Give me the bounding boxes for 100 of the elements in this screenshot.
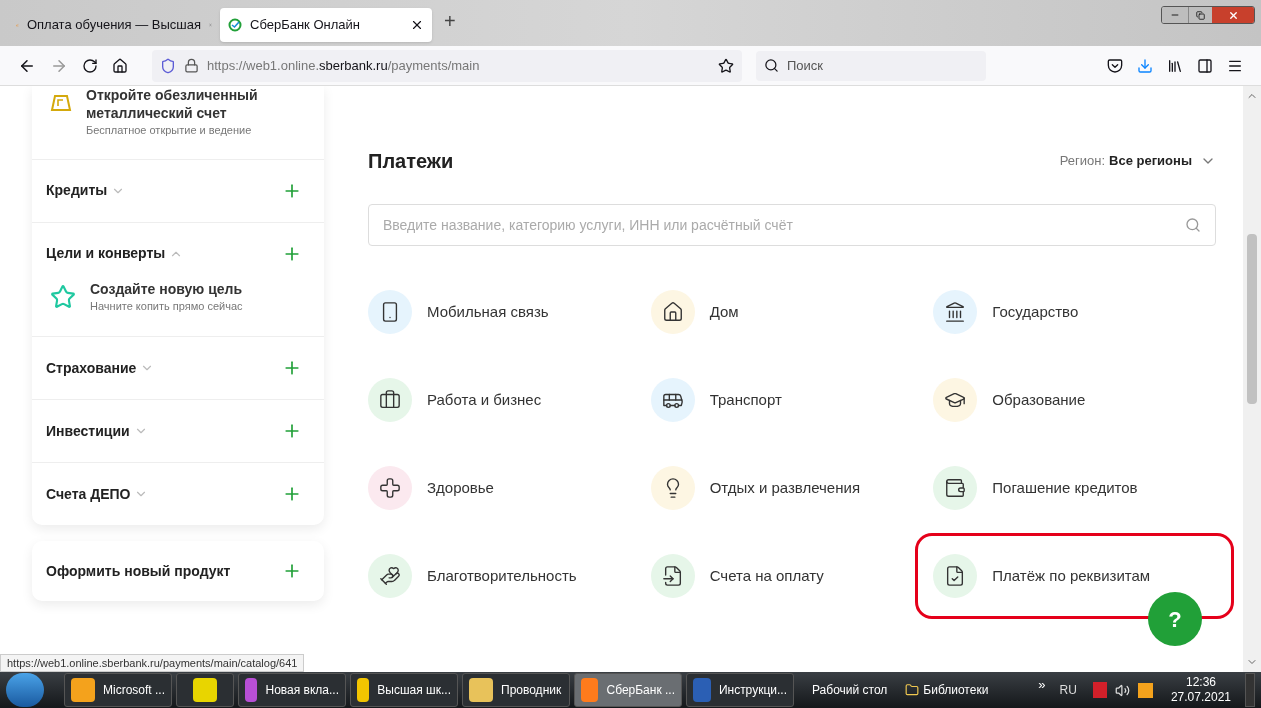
search-icon[interactable]	[1185, 217, 1201, 233]
page-title: Платежи	[368, 149, 454, 174]
promo-title[interactable]: Откройте обезличенный металлический счет	[86, 86, 276, 122]
scrollbar[interactable]	[1243, 86, 1261, 672]
speaker-icon[interactable]	[1114, 682, 1130, 698]
shield-icon	[160, 57, 176, 74]
payment-category[interactable]: Государство	[933, 290, 1216, 334]
payment-category[interactable]: Здоровье	[368, 466, 651, 510]
address-bar[interactable]: https://web1.online.sberbank.ru/payments/main	[152, 49, 742, 82]
section-title[interactable]: Инвестиции	[46, 420, 130, 442]
folder-icon	[905, 683, 920, 697]
category-label: Образование	[992, 389, 1086, 410]
overflow-button[interactable]: »	[1038, 675, 1046, 695]
section-title[interactable]: Страхование	[46, 357, 137, 379]
toolbar-label[interactable]: Библиотеки	[923, 681, 989, 699]
library-icon[interactable]	[1167, 57, 1183, 74]
ingot-icon	[50, 94, 72, 112]
lock-icon	[184, 58, 199, 73]
app-icon	[193, 678, 217, 702]
taskbar-button[interactable]: Инструкци...	[686, 673, 794, 707]
clock-time: 12:36	[1185, 675, 1216, 690]
taskbar-label: Новая вкла...	[265, 682, 339, 699]
toolbar-label[interactable]: Рабочий стол	[812, 681, 888, 699]
status-url: https://web1.online.sberbank.ru/payments/main/catalog/641	[0, 653, 305, 672]
app-icon	[245, 678, 258, 702]
close-icon	[1227, 9, 1239, 21]
category-label: Дом	[709, 301, 739, 322]
taskbar-label: Проводник	[501, 682, 562, 699]
payment-category[interactable]: Отдых и развлечения	[650, 466, 934, 510]
new-product-title: Оформить новый продукт	[46, 561, 231, 581]
payment-category[interactable]: Транспорт	[650, 378, 934, 422]
taskbar-label: Инструкци...	[718, 682, 787, 699]
new-product-card[interactable]: Оформить новый продукт	[32, 541, 324, 601]
category-label: Благотворительность	[427, 565, 577, 586]
payment-category[interactable]: Благотворительность	[368, 554, 651, 598]
tab-title: СберБанк Онлайн	[250, 16, 361, 35]
taskbar-label: СберБанк ...	[606, 682, 675, 699]
app-icon	[693, 678, 711, 702]
payment-category[interactable]: Мобильная связь	[368, 290, 651, 334]
payment-category[interactable]: Образование	[933, 378, 1216, 422]
search-field[interactable]: Поиск	[756, 50, 986, 81]
sidebar-icon[interactable]	[1197, 57, 1213, 74]
section-title[interactable]: Кредиты	[46, 180, 108, 201]
restore-button[interactable]	[1188, 7, 1212, 23]
region-label: Регион:	[1059, 152, 1106, 171]
category-label: Работа и бизнес	[427, 389, 542, 410]
star-icon	[50, 284, 76, 311]
scroll-thumb[interactable]	[1247, 234, 1257, 404]
browser-tab[interactable]: Оплата обучения — Высшая	[8, 8, 220, 42]
close-icon[interactable]	[410, 18, 424, 32]
app-icon	[581, 678, 599, 702]
clock-date: 27.07.2021	[1170, 690, 1231, 705]
category-label: Погашение кредитов	[992, 477, 1138, 498]
goal-title[interactable]: Создайте новую цель	[90, 280, 243, 298]
taskbar-button[interactable]: Новая вкла...	[238, 673, 346, 707]
reload-icon[interactable]	[82, 57, 98, 74]
app-icon	[71, 678, 95, 702]
bookmark-star-icon[interactable]	[718, 57, 734, 74]
category-label: Здоровье	[427, 477, 494, 498]
search-icon	[764, 58, 779, 73]
url-text: https://web1.online.sberbank.ru/payments/main	[207, 56, 481, 75]
taskbar-button[interactable]: Высшая шк...	[350, 673, 458, 707]
taskbar-button[interactable]: Microsoft ...	[64, 673, 172, 707]
search-placeholder: Введите название, категорию услуги, ИНН или расчётный счёт	[383, 215, 794, 235]
section-title[interactable]: Счета ДЕПО	[46, 483, 131, 505]
browser-tab[interactable]: СберБанк Онлайн	[220, 8, 432, 42]
section-title[interactable]: Цели и конверты	[46, 243, 166, 264]
home-icon[interactable]	[112, 57, 128, 74]
pocket-icon[interactable]	[1107, 57, 1123, 74]
minimize-button[interactable]	[1162, 7, 1188, 23]
category-label: Мобильная связь	[427, 301, 549, 322]
tab-title: Оплата обучения — Высшая	[26, 16, 202, 35]
close-window-button[interactable]	[1212, 7, 1254, 23]
taskbar-button[interactable]: Проводник	[462, 673, 570, 707]
app-icon	[357, 678, 370, 702]
taskbar-label: Высшая шк...	[377, 682, 451, 699]
taskbar-button[interactable]: СберБанк ...	[574, 673, 682, 707]
goal-subtitle: Начните копить прямо сейчас	[90, 298, 243, 314]
new-tab-button[interactable]: +	[444, 6, 456, 36]
payment-category[interactable]: Работа и бизнес	[368, 378, 651, 422]
promo-subtitle: Бесплатное открытие и ведение	[86, 123, 253, 138]
category-label: Государство	[992, 301, 1079, 322]
app-icon	[469, 678, 493, 702]
taskbar-label: Microsoft ...	[103, 682, 165, 699]
category-label: Транспорт	[709, 389, 782, 410]
start-button[interactable]	[6, 673, 44, 707]
show-desktop-button[interactable]	[1245, 673, 1255, 707]
payment-category[interactable]: Счета на оплату	[650, 554, 934, 598]
payment-category[interactable]: Дом	[650, 290, 934, 334]
category-label: Счета на оплату	[709, 565, 824, 586]
restore-icon	[1196, 10, 1205, 20]
language-indicator[interactable]: RU	[1059, 681, 1077, 699]
payment-category[interactable]: Погашение кредитов	[933, 466, 1216, 510]
category-label: Платёж по реквизитам	[992, 565, 1151, 586]
taskbar-button[interactable]	[176, 673, 234, 707]
logo-icon	[228, 18, 242, 32]
search-placeholder: Поиск	[787, 56, 824, 75]
region-value[interactable]: Все регионы	[1109, 151, 1192, 171]
category-label: Отдых и развлечения	[709, 477, 860, 498]
download-icon[interactable]	[1137, 57, 1153, 74]
